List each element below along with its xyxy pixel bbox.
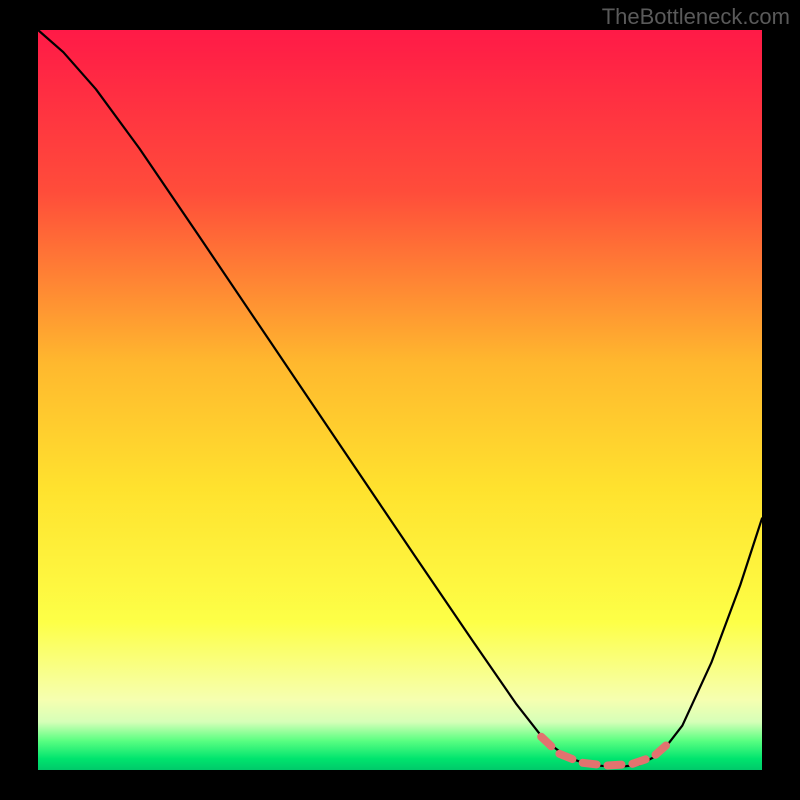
bottleneck-chart: [0, 0, 800, 800]
watermark-text: TheBottleneck.com: [602, 4, 790, 30]
chart-container: TheBottleneck.com: [0, 0, 800, 800]
plot-background: [38, 30, 762, 770]
